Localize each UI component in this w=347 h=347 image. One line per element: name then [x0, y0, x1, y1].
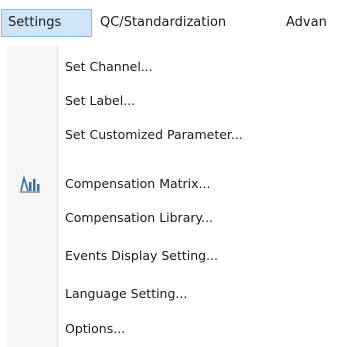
settings-dropdown-menu: Set Channel... Set Label... Set Customiz… [7, 46, 347, 347]
menu-item-events-display-setting[interactable]: Events Display Setting... [7, 239, 347, 273]
compensation-matrix-icon [19, 174, 41, 194]
menu-item-label: Set Customized Parameter... [65, 127, 243, 142]
menu-item-set-channel[interactable]: Set Channel... [7, 50, 347, 84]
menu-item-label: Options... [65, 321, 126, 336]
menu-item-label: Language Setting... [65, 286, 188, 301]
menu-item-label: Compensation Library... [65, 210, 214, 225]
menu-item-compensation-matrix[interactable]: Compensation Matrix... [7, 167, 347, 201]
app-window: Settings QC/Standardization Advan Set Ch… [0, 0, 347, 347]
menu-item-set-label[interactable]: Set Label... [7, 84, 347, 118]
menu-settings[interactable]: Settings [1, 9, 92, 37]
menu-qc-standardization[interactable]: QC/Standardization [100, 9, 226, 37]
menu-item-label: Set Label... [65, 93, 136, 108]
menu-item-language-setting[interactable]: Language Setting... [7, 277, 347, 311]
menu-item-set-customized-parameter[interactable]: Set Customized Parameter... [7, 118, 347, 152]
menu-advanced[interactable]: Advan [286, 9, 327, 37]
menu-item-compensation-library[interactable]: Compensation Library... [7, 201, 347, 235]
menu-item-label: Compensation Matrix... [65, 176, 211, 191]
menu-item-options[interactable]: Options... [7, 312, 347, 346]
menu-item-label: Set Channel... [65, 59, 153, 74]
menu-item-label: Events Display Setting... [65, 248, 219, 263]
menu-bar: Settings QC/Standardization Advan [0, 0, 347, 46]
